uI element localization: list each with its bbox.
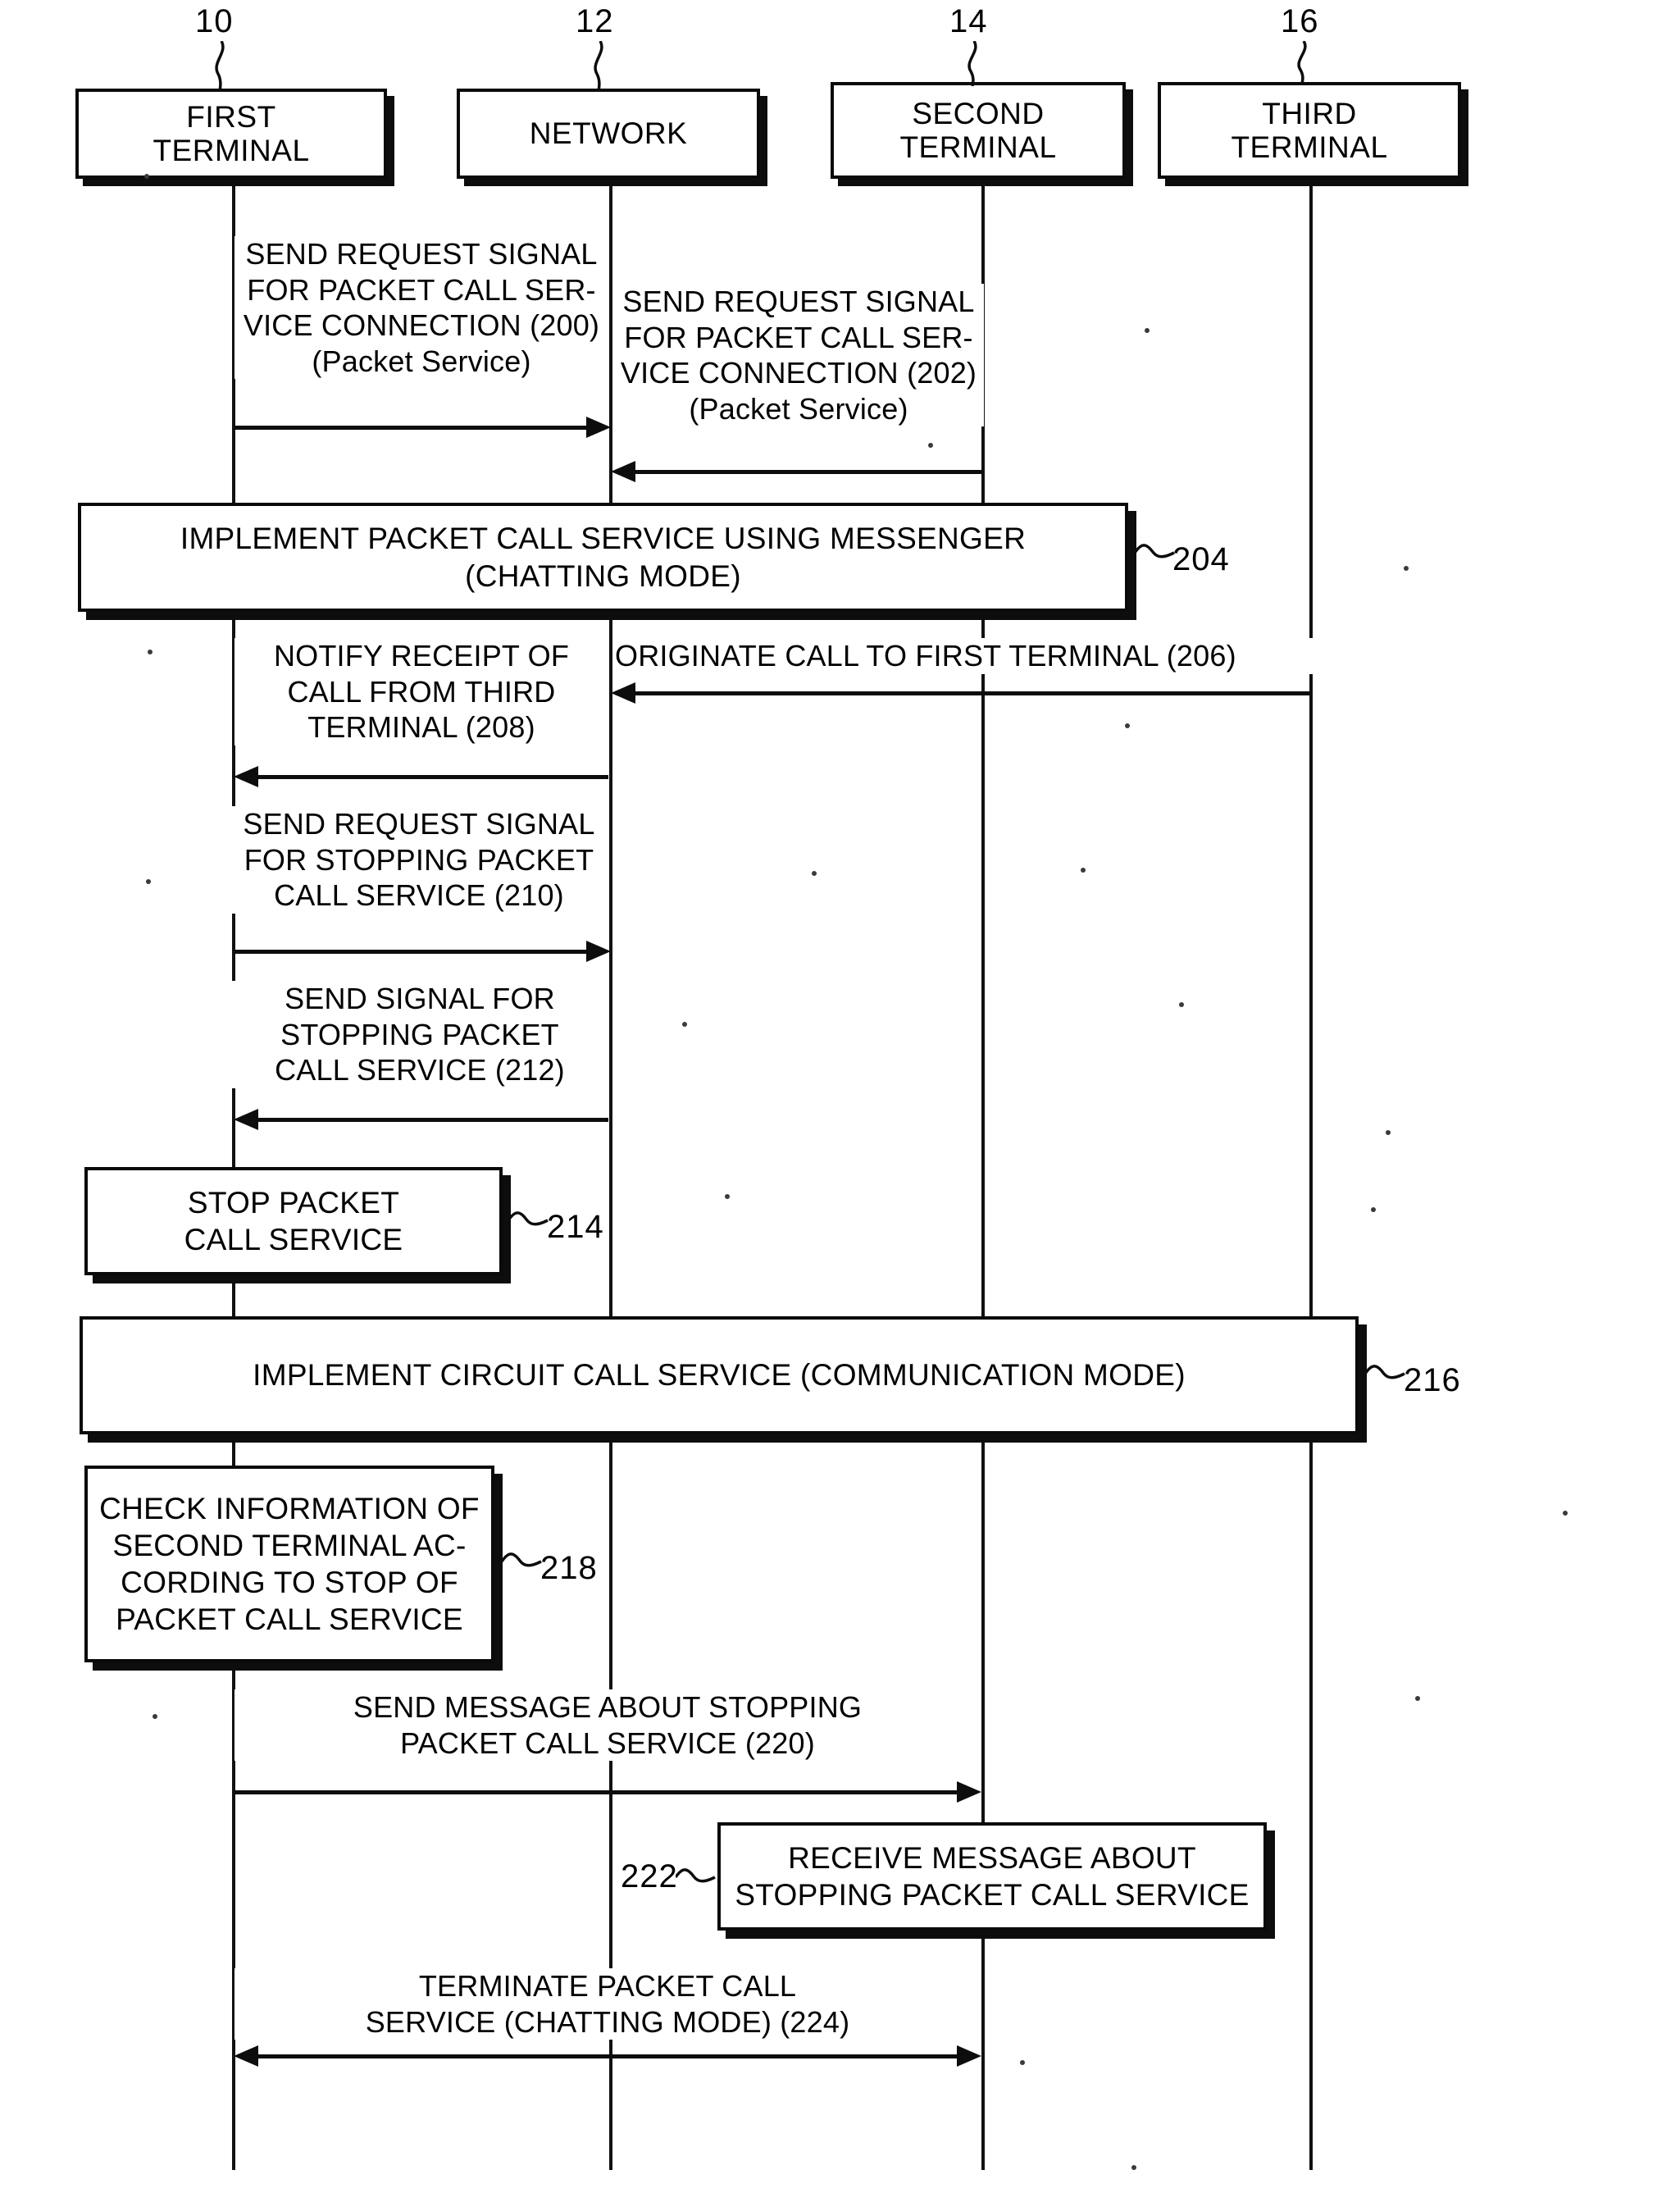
message-label-202: SEND REQUEST SIGNAL FOR PACKET CALL SER-…	[613, 284, 984, 427]
message-arrow-208-line	[258, 775, 608, 779]
ref-number-218: 218	[540, 1550, 598, 1586]
scan-speck	[146, 879, 151, 884]
actor-box-first-terminal: FIRST TERMINAL	[75, 89, 387, 179]
scan-speck	[1020, 2060, 1025, 2065]
message-label-210: SEND REQUEST SIGNAL FOR STOPPING PACKET …	[230, 806, 608, 914]
message-arrow-200-head	[586, 417, 611, 438]
process-text-204: IMPLEMENT PACKET CALL SERVICE USING MESS…	[180, 522, 1027, 593]
leader-squiggle-216	[1365, 1365, 1405, 1379]
leader-squiggle-218	[502, 1552, 542, 1567]
scan-speck	[1563, 1511, 1568, 1516]
scan-speck	[1081, 868, 1086, 873]
message-arrow-220-head	[957, 1781, 981, 1803]
process-box-216: IMPLEMENT CIRCUIT CALL SERVICE (COMMUNIC…	[80, 1316, 1359, 1434]
ref-number-12: 12	[576, 3, 614, 39]
message-arrow-206-line	[635, 691, 1311, 695]
ref-number-16: 16	[1281, 3, 1319, 39]
scan-speck	[682, 1022, 687, 1027]
message-arrow-202-head	[611, 461, 635, 482]
scan-speck	[1371, 1207, 1376, 1212]
lifeline-third-terminal	[1309, 177, 1313, 2170]
ref-number-10: 10	[195, 3, 234, 39]
ref-number-214: 214	[547, 1209, 604, 1245]
message-label-200: SEND REQUEST SIGNAL FOR PACKET CALL SER-…	[234, 236, 608, 380]
message-label-206: ORIGINATE CALL TO FIRST TERMINAL (206)	[615, 638, 1328, 674]
patent-figure-sheet: FIRST TERMINAL 10 NETWORK 12 SECOND TERM…	[0, 0, 1680, 2202]
actor-label-third-terminal: THIRD TERMINAL	[1231, 96, 1388, 164]
scan-speck	[1131, 2165, 1136, 2170]
scan-speck	[1125, 723, 1130, 728]
scan-speck	[1404, 566, 1409, 571]
process-text-214: STOP PACKET CALL SERVICE	[184, 1185, 403, 1256]
process-box-222: RECEIVE MESSAGE ABOUT STOPPING PACKET CA…	[717, 1822, 1267, 1931]
scan-speck	[1179, 1002, 1184, 1007]
message-arrow-212-head	[234, 1109, 258, 1130]
leader-squiggle-14	[967, 41, 977, 86]
process-text-222: RECEIVE MESSAGE ABOUT STOPPING PACKET CA…	[735, 1840, 1250, 1912]
leader-squiggle-204	[1135, 544, 1175, 558]
actor-label-second-terminal: SECOND TERMINAL	[899, 96, 1057, 164]
ref-number-216: 216	[1404, 1362, 1461, 1398]
message-arrow-206-head	[611, 682, 635, 704]
actor-label-first-terminal: FIRST TERMINAL	[153, 99, 310, 167]
message-arrow-202-line	[635, 470, 983, 474]
process-box-218: CHECK INFORMATION OF SECOND TERMINAL AC-…	[84, 1466, 494, 1662]
message-label-212: SEND SIGNAL FOR STOPPING PACKET CALL SER…	[231, 981, 608, 1088]
actor-box-network: NETWORK	[457, 89, 760, 179]
scan-speck	[812, 871, 817, 876]
message-arrow-210-head	[586, 941, 611, 962]
message-arrow-210-line	[234, 950, 588, 954]
process-text-216: IMPLEMENT CIRCUIT CALL SERVICE (COMMUNIC…	[253, 1358, 1186, 1393]
scan-speck	[1386, 1130, 1391, 1135]
process-text-218: CHECK INFORMATION OF SECOND TERMINAL AC-…	[99, 1491, 480, 1637]
message-arrow-208-head	[234, 766, 258, 787]
message-arrow-224-head-left	[234, 2045, 258, 2067]
ref-number-204: 204	[1172, 541, 1230, 577]
ref-number-14: 14	[949, 3, 988, 39]
process-box-204: IMPLEMENT PACKET CALL SERVICE USING MESS…	[78, 503, 1128, 612]
scan-speck	[725, 1194, 730, 1199]
message-label-220: SEND MESSAGE ABOUT STOPPING PACKET CALL …	[234, 1689, 981, 1762]
scan-speck	[928, 443, 933, 448]
actor-box-third-terminal: THIRD TERMINAL	[1158, 82, 1461, 179]
scan-speck	[144, 174, 149, 179]
actor-label-network: NETWORK	[529, 116, 688, 151]
message-arrow-220-line	[234, 1790, 958, 1794]
actor-box-second-terminal: SECOND TERMINAL	[831, 82, 1126, 179]
scan-speck	[153, 1714, 157, 1719]
message-label-208: NOTIFY RECEIPT OF CALL FROM THIRD TERMIN…	[234, 638, 608, 745]
leader-squiggle-222	[676, 1868, 716, 1883]
leader-squiggle-214	[508, 1211, 549, 1226]
message-arrow-200-line	[234, 426, 588, 430]
scan-speck	[1415, 1696, 1420, 1701]
process-box-214: STOP PACKET CALL SERVICE	[84, 1167, 503, 1275]
message-arrow-224-head-right	[957, 2045, 981, 2067]
leader-squiggle-10	[215, 41, 225, 92]
message-arrow-212-line	[258, 1118, 608, 1122]
ref-number-222: 222	[621, 1858, 678, 1894]
leader-squiggle-16	[1297, 41, 1307, 84]
message-label-224: TERMINATE PACKET CALL SERVICE (CHATTING …	[234, 1968, 981, 2040]
leader-squiggle-12	[594, 41, 603, 92]
message-arrow-224-line	[258, 2054, 958, 2058]
scan-speck	[148, 650, 153, 654]
scan-speck	[1145, 328, 1150, 333]
